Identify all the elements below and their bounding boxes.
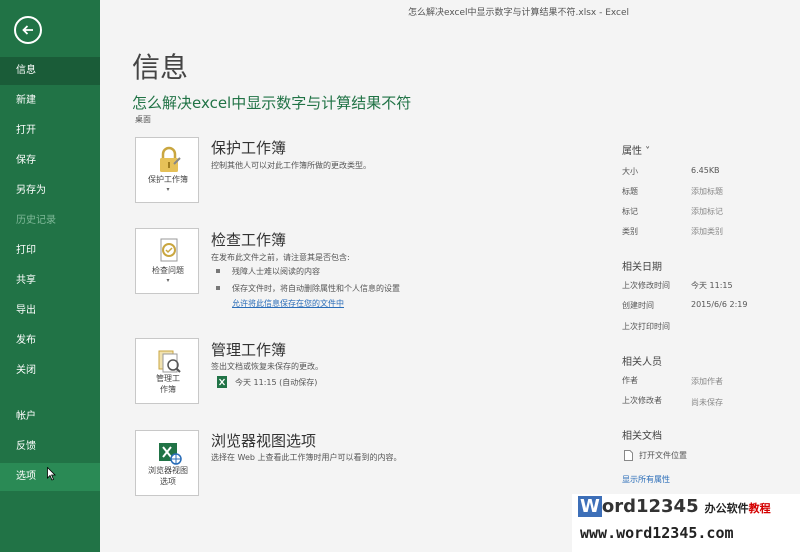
- allow-save-info-link[interactable]: 允许将此信息保存在您的文件中: [232, 298, 344, 309]
- inspect-heading: 检查工作簿: [211, 231, 287, 249]
- document-location: 桌面: [135, 115, 151, 124]
- protect-description: 控制其他人可以对此工作簿所做的更改类型。: [211, 161, 371, 170]
- related-docs-heading: 相关文档: [622, 431, 662, 442]
- browser-tile-label-1: 浏览器视图: [148, 466, 188, 475]
- prop-category-input[interactable]: 添加类别: [691, 226, 723, 237]
- sidebar-item-history: 历史记录: [16, 215, 56, 226]
- show-all-properties-link[interactable]: 显示所有属性: [622, 474, 670, 485]
- sidebar-item-save[interactable]: 保存: [0, 147, 100, 175]
- document-icon: [624, 450, 633, 461]
- watermark: Word12345 办公软件教程 www.word12345.com: [572, 494, 800, 552]
- last-modified-label: 上次修改时间: [622, 281, 670, 290]
- inspect-bullet: 残障人士难以阅读的内容: [216, 266, 320, 277]
- open-file-location-button[interactable]: 打开文件位置: [624, 450, 687, 461]
- inspect-document-icon: [160, 238, 178, 262]
- last-printed-label: 上次打印时间: [622, 322, 670, 331]
- sidebar-item-info[interactable]: 信息: [0, 57, 100, 85]
- watermark-url: www.word12345.com: [580, 524, 734, 542]
- watermark-brand: Word12345 办公软件教程: [578, 496, 771, 517]
- browser-tile-label-2: 选项: [160, 477, 176, 486]
- manage-heading: 管理工作簿: [211, 341, 287, 359]
- manage-description: 签出文档或恢复未保存的更改。: [211, 362, 323, 371]
- back-arrow-icon: [22, 25, 33, 35]
- prop-category-label: 类别: [622, 227, 638, 236]
- title-bar: 怎么解决excel中显示数字与计算结果不符.xlsx - Excel: [100, 0, 800, 22]
- page-title: 信息: [132, 51, 189, 84]
- autosave-version-label: 今天 11:15 (自动保存): [235, 377, 318, 387]
- sidebar-item-save-as[interactable]: 另存为: [0, 177, 100, 205]
- inspect-bullet: 保存文件时，将自动删除属性和个人信息的设置: [216, 283, 400, 294]
- protect-heading: 保护工作簿: [211, 139, 287, 157]
- dropdown-caret-icon: ▾: [166, 277, 170, 284]
- related-people-heading: 相关人员: [622, 357, 662, 368]
- check-issues-button[interactable]: 检查问题 ▾: [135, 228, 199, 294]
- sidebar-item-publish[interactable]: 发布: [0, 327, 100, 355]
- add-author-input[interactable]: 添加作者: [691, 376, 723, 387]
- browser-description: 选择在 Web 上查看此工作簿时用户可以看到的内容。: [211, 453, 402, 462]
- sidebar-item-account[interactable]: 帐户: [0, 403, 100, 431]
- created-label: 创建时间: [622, 301, 654, 310]
- related-dates-heading: 相关日期: [622, 262, 662, 273]
- excel-web-icon: [159, 443, 182, 465]
- manage-tile-label-2: 作簿: [160, 385, 176, 394]
- prop-size-value: 6.45KB: [691, 166, 720, 175]
- inspect-description: 在发布此文件之前，请注意其是否包含:: [211, 253, 350, 262]
- last-modified-value: 今天 11:15: [691, 281, 733, 290]
- autosave-version-item[interactable]: 今天 11:15 (自动保存): [217, 376, 317, 388]
- properties-dropdown[interactable]: 属性 ˅: [622, 142, 650, 157]
- excel-file-icon: [217, 376, 227, 388]
- browser-view-options-button[interactable]: 浏览器视图 选项: [135, 430, 199, 496]
- sidebar-item-print[interactable]: 打印: [0, 237, 100, 265]
- back-button[interactable]: [14, 16, 42, 44]
- open-file-location-label: 打开文件位置: [639, 451, 687, 460]
- prop-title-input[interactable]: 添加标题: [691, 186, 723, 197]
- sidebar-item-open[interactable]: 打开: [0, 117, 100, 145]
- document-title: 怎么解决excel中显示数字与计算结果不符: [132, 94, 412, 112]
- manage-workbook-button[interactable]: 管理工 作簿: [135, 338, 199, 404]
- sidebar-item-share[interactable]: 共享: [0, 267, 100, 295]
- check-issues-tile-label: 检查问题: [152, 266, 184, 275]
- manage-versions-icon: [158, 350, 181, 373]
- sidebar-item-feedback[interactable]: 反馈: [0, 433, 100, 461]
- window-title: 怎么解决excel中显示数字与计算结果不符.xlsx - Excel: [408, 8, 630, 18]
- prop-title-label: 标题: [622, 187, 638, 196]
- dropdown-caret-icon: ▾: [166, 186, 170, 193]
- prop-tags-label: 标记: [622, 207, 638, 216]
- protect-workbook-button[interactable]: 保护工作簿 ▾: [135, 137, 199, 203]
- mouse-cursor-icon: [47, 467, 56, 481]
- protect-tile-label: 保护工作簿: [148, 175, 188, 184]
- prop-size-label: 大小: [622, 167, 638, 176]
- sidebar-item-new[interactable]: 新建: [0, 87, 100, 115]
- last-modified-by-label: 上次修改者: [622, 396, 662, 405]
- sidebar-item-export[interactable]: 导出: [0, 297, 100, 325]
- browser-heading: 浏览器视图选项: [211, 432, 317, 450]
- last-modified-by-value: 尚未保存: [691, 398, 723, 407]
- lock-key-icon: [160, 146, 181, 172]
- sidebar-item-close[interactable]: 关闭: [0, 357, 100, 385]
- author-label: 作者: [622, 376, 638, 385]
- created-value: 2015/6/6 2:19: [691, 300, 748, 309]
- prop-tags-input[interactable]: 添加标记: [691, 206, 723, 217]
- manage-tile-label-1: 管理工: [156, 374, 180, 383]
